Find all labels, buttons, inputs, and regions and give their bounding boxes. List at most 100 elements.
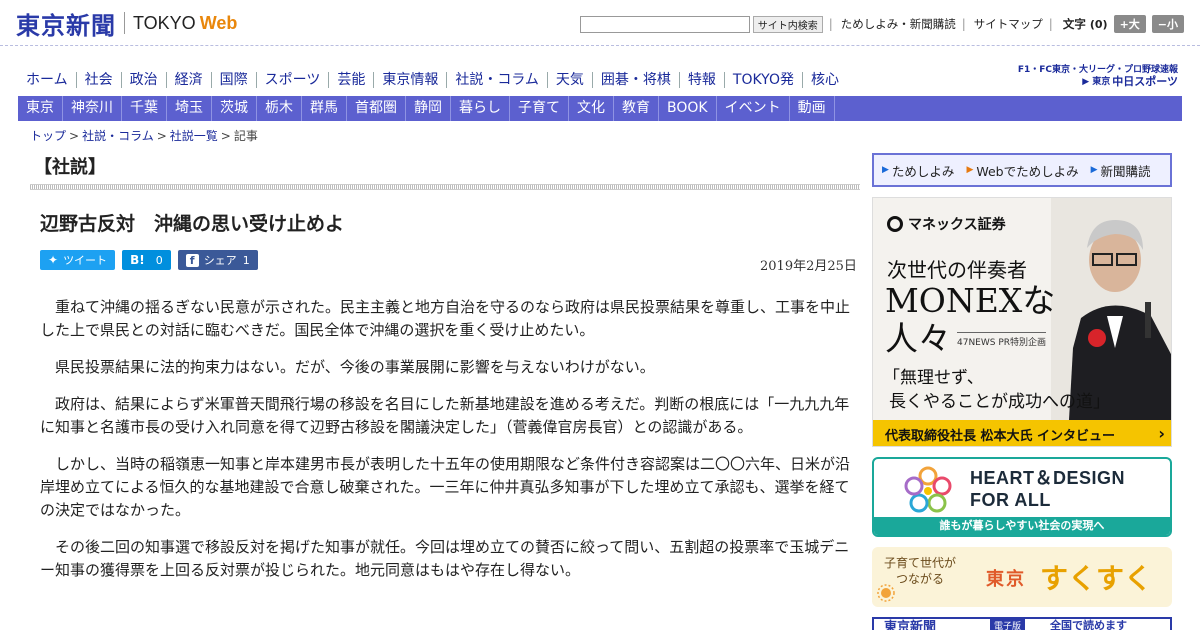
region-event[interactable]: イベント (717, 96, 790, 121)
heart-design-ad-banner[interactable]: HEART＆DESIGN FOR ALL 誰もが暮らしやすい社会の実現へ (872, 457, 1172, 537)
nav-politics[interactable]: 政治 (122, 72, 167, 88)
article-body: 重ねて沖縄の揺るぎない民意が示された。民主主義と地方自治を守るのなら政府は県民投… (40, 296, 860, 596)
nav-economy[interactable]: 経済 (167, 72, 212, 88)
region-gunma[interactable]: 群馬 (302, 96, 347, 121)
chevron-right-icon: › (1158, 424, 1165, 443)
region-video[interactable]: 動画 (790, 96, 835, 121)
breadcrumb-top[interactable]: トップ (30, 129, 66, 143)
region-kurashi[interactable]: 暮らし (451, 96, 510, 121)
logo-separator (124, 12, 125, 34)
monex-logo-text: マネックス証券 (908, 217, 1006, 233)
breadcrumb-editorial[interactable]: 社説・コラム (82, 129, 154, 143)
digital-edition-badge: 電子版 (990, 619, 1026, 630)
sitemap-link[interactable]: サイトマップ (974, 16, 1043, 32)
nav-world[interactable]: 国際 (212, 72, 257, 88)
tweet-label: ツイート (63, 254, 108, 267)
nav-home[interactable]: ホーム (18, 72, 77, 88)
subscribe-link[interactable]: ためしよみ・新聞購読 (841, 16, 956, 32)
font-size-count: (0) (1089, 17, 1108, 31)
region-kyoiku[interactable]: 教育 (614, 96, 659, 121)
heart-title-line2: FOR ALL (970, 490, 1051, 510)
nav-sports[interactable]: スポーツ (257, 72, 330, 88)
arrow-right-icon: ▶ (1082, 77, 1090, 87)
search-button[interactable]: サイト内検索 (752, 15, 823, 33)
region-chiba[interactable]: 千葉 (122, 96, 167, 121)
article-paragraph: 政府は、結果によらず米軍普天間飛行場の移設を名目にした新基地建設を進める考えだ。… (40, 395, 850, 436)
nav-editorial[interactable]: 社説・コラム (447, 72, 548, 88)
breadcrumb: トップ > 社説・コラム > 社説一覧 > 記事 (30, 129, 258, 143)
sun-icon (877, 584, 895, 602)
nav-weather[interactable]: 天気 (548, 72, 593, 88)
logo-en: TOKYO (133, 12, 196, 33)
region-tochigi[interactable]: 栃木 (257, 96, 302, 121)
region-saitama[interactable]: 埼玉 (167, 96, 212, 121)
article-paragraph: 重ねて沖縄の揺るぎない民意が示された。民主主義と地方自治を守るのなら政府は県民投… (40, 298, 851, 339)
monex-mark-icon (887, 216, 903, 232)
arrow-right-icon: ▶ (882, 165, 889, 175)
monex-interview-bar[interactable]: 代表取締役社長 松本大氏 インタビュー › (873, 420, 1171, 446)
site-logo[interactable]: 東京新聞 TOKYO Web (16, 8, 237, 40)
web-trial-link[interactable]: ▶ Webでためしよみ (966, 161, 1078, 180)
heart-design-tagline: 誰もが暮らしやすい社会の実現へ (874, 517, 1170, 535)
region-book[interactable]: BOOK (659, 96, 717, 121)
subscription-links: ▶ ためしよみ ▶ Webでためしよみ ▶ 新聞購読 (872, 153, 1172, 187)
hatena-icon: B! (130, 253, 145, 267)
nav-tokuho[interactable]: 特報 (680, 72, 725, 88)
region-shizuoka[interactable]: 静岡 (406, 96, 451, 121)
font-larger-button[interactable]: +大 (1113, 15, 1146, 33)
region-bunka[interactable]: 文化 (569, 96, 614, 121)
chunichi-sports-link[interactable]: F1・FC東京・大リーグ・プロ野球速報 ▶ 東京 中日スポーツ (1018, 64, 1178, 88)
header-tools: サイト内検索 | ためしよみ・新聞購読 | サイトマップ | 文字 (0) +大… (579, 15, 1184, 33)
hatena-bookmark-button[interactable]: B! 0 (122, 250, 171, 270)
monex-subtitle: 次世代の伴奏者 (887, 258, 1027, 282)
flower-logo-icon (904, 466, 952, 513)
nav-kakushin[interactable]: 核心 (803, 72, 847, 88)
region-shutoken[interactable]: 首都圏 (347, 96, 406, 121)
section-title: 【社説】 (34, 157, 106, 178)
digital-edition-ad-banner[interactable]: 東京新聞 電子版 全国で読めます (872, 617, 1172, 630)
sports-brand-name: 中日スポーツ (1112, 75, 1178, 88)
monex-logo: マネックス証券 (887, 214, 1006, 234)
search-input[interactable] (579, 15, 750, 33)
monex-ad-banner[interactable]: マネックス証券 次世代の伴奏者 MONEXな人々 47NEWS PR特別企画 「… (872, 197, 1172, 447)
trial-label: ためしよみ (891, 163, 955, 179)
subscribe-link[interactable]: ▶ 新聞購読 (1091, 161, 1151, 180)
monex-quote-line1: 「無理せず、 (883, 368, 984, 388)
monex-bar-text: 代表取締役社長 松本大氏 インタビュー (885, 428, 1116, 444)
header-separator: | (828, 17, 833, 31)
header-separator: | (961, 17, 966, 31)
share-buttons: ✦ ツイート B! 0 f シェア 1 (40, 250, 265, 270)
tokyo-sukusuku-ad-banner[interactable]: 子育て世代が つながる 東京 すくすく (872, 547, 1172, 607)
twitter-bird-icon: ✦ (48, 253, 59, 267)
nav-go-shogi[interactable]: 囲碁・将棋 (593, 72, 680, 88)
section-divider (30, 184, 860, 190)
web-trial-label: Webでためしよみ (976, 163, 1079, 179)
nav-entertainment[interactable]: 芸能 (329, 72, 375, 88)
region-kanagawa[interactable]: 神奈川 (63, 96, 122, 121)
digital-edition-text: 全国で読めます (1050, 619, 1127, 630)
facebook-share-button[interactable]: f シェア 1 (177, 250, 258, 270)
nav-tokyo-info[interactable]: 東京情報 (374, 72, 448, 88)
font-smaller-button[interactable]: −小 (1151, 15, 1184, 33)
facebook-share-count: 1 (242, 253, 250, 267)
breadcrumb-current: 記事 (233, 129, 258, 143)
trial-link[interactable]: ▶ ためしよみ (882, 161, 954, 180)
tweet-button[interactable]: ✦ ツイート (40, 250, 116, 270)
breadcrumb-editorial-list[interactable]: 社説一覧 (170, 129, 218, 143)
article-paragraph: しかし、当時の稲嶺恵一知事と岸本建男市長が表明した十五年の使用期限など条件付き容… (40, 455, 851, 519)
category-nav: ホーム 社会 政治 経済 国際 スポーツ 芸能 東京情報 社説・コラム 天気 囲… (18, 68, 847, 92)
sports-brand: ▶ 東京 中日スポーツ (1018, 76, 1178, 88)
hatena-count: 0 (155, 253, 163, 267)
digital-edition-logo: 東京新聞 (884, 620, 937, 630)
arrow-right-icon: ▶ (966, 165, 974, 175)
nav-tokyo-hatsu[interactable]: TOKYO発 (725, 72, 803, 88)
header-separator: | (1048, 17, 1053, 31)
font-size-label: 文字 (1062, 17, 1086, 31)
nav-society[interactable]: 社会 (77, 72, 122, 88)
sports-brand-prefix: 東京 (1092, 77, 1111, 87)
monex-quote-line2: 長くやることが成功への道」 (889, 392, 1110, 412)
region-ibaraki[interactable]: 茨城 (212, 96, 257, 121)
region-tokyo[interactable]: 東京 (18, 96, 63, 121)
monex-quote: 「無理せず、 長くやることが成功への道」 (883, 366, 1110, 414)
region-kosodate[interactable]: 子育て (510, 96, 569, 121)
